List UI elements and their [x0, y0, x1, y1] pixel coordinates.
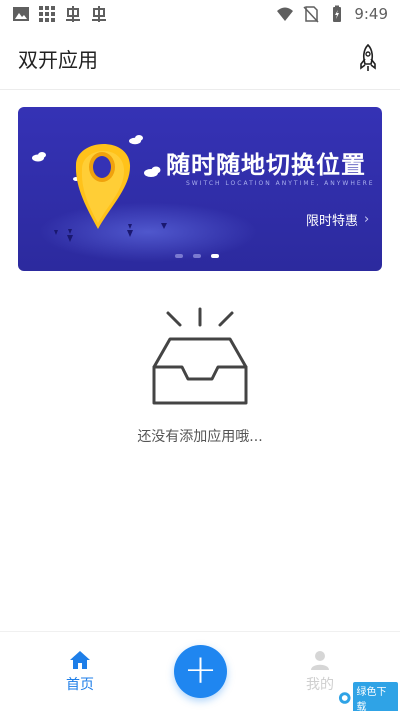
cloud-icon — [129, 135, 143, 145]
cloud-icon — [32, 152, 46, 162]
nav-home-label: 首页 — [66, 677, 94, 693]
banner-subtitle: SWITCH LOCATION ANYTIME, ANYWHERE — [186, 180, 375, 187]
pagination-dot-active[interactable] — [211, 254, 219, 258]
rocket-button[interactable] — [354, 41, 382, 77]
user-icon — [311, 651, 329, 670]
watermark-logo-icon — [338, 692, 351, 704]
banner-cta-link[interactable]: 限时特惠 › — [306, 210, 369, 229]
status-right-icons: 9:49 — [276, 5, 388, 23]
wifi-icon — [277, 7, 294, 21]
promo-banner[interactable]: 随时随地切换位置 SWITCH LOCATION ANYTIME, ANYWHE… — [18, 107, 382, 271]
add-app-button[interactable]: + — [174, 645, 227, 698]
pagination-dot[interactable] — [193, 254, 201, 258]
rocket-icon — [360, 43, 376, 71]
cloud-icon — [144, 166, 161, 177]
bug-icon — [92, 6, 106, 22]
watermark-text: 绿色下载 — [353, 682, 398, 711]
page-title: 双开应用 — [18, 48, 98, 72]
image-icon — [13, 7, 29, 21]
banner-pagination — [175, 254, 219, 258]
watermark: 绿色下载 — [338, 682, 398, 711]
empty-inbox-icon — [152, 307, 248, 405]
tree-icon — [54, 223, 167, 242]
bug-icon — [66, 6, 80, 22]
home-icon — [70, 651, 90, 669]
empty-state-message: 还没有添加应用哦... — [137, 429, 263, 445]
banner-cta-label: 限时特惠 — [306, 214, 359, 229]
status-time: 9:49 — [354, 5, 388, 23]
grid-icon — [39, 6, 55, 22]
no-sim-icon — [303, 6, 319, 23]
status-left-icons — [12, 5, 108, 23]
app-header: 双开应用 — [0, 28, 400, 90]
location-pin-icon — [75, 143, 131, 229]
banner-title: 随时随地切换位置 — [166, 151, 366, 179]
status-bar: 9:49 — [0, 0, 400, 28]
pagination-dot[interactable] — [175, 254, 183, 258]
battery-charging-icon — [333, 5, 342, 22]
chevron-right-icon: › — [364, 212, 370, 227]
plus-icon: + — [183, 646, 218, 693]
nav-mine-label: 我的 — [306, 677, 334, 693]
banner-illustration — [32, 135, 167, 242]
nav-home[interactable]: 首页 — [50, 650, 110, 694]
